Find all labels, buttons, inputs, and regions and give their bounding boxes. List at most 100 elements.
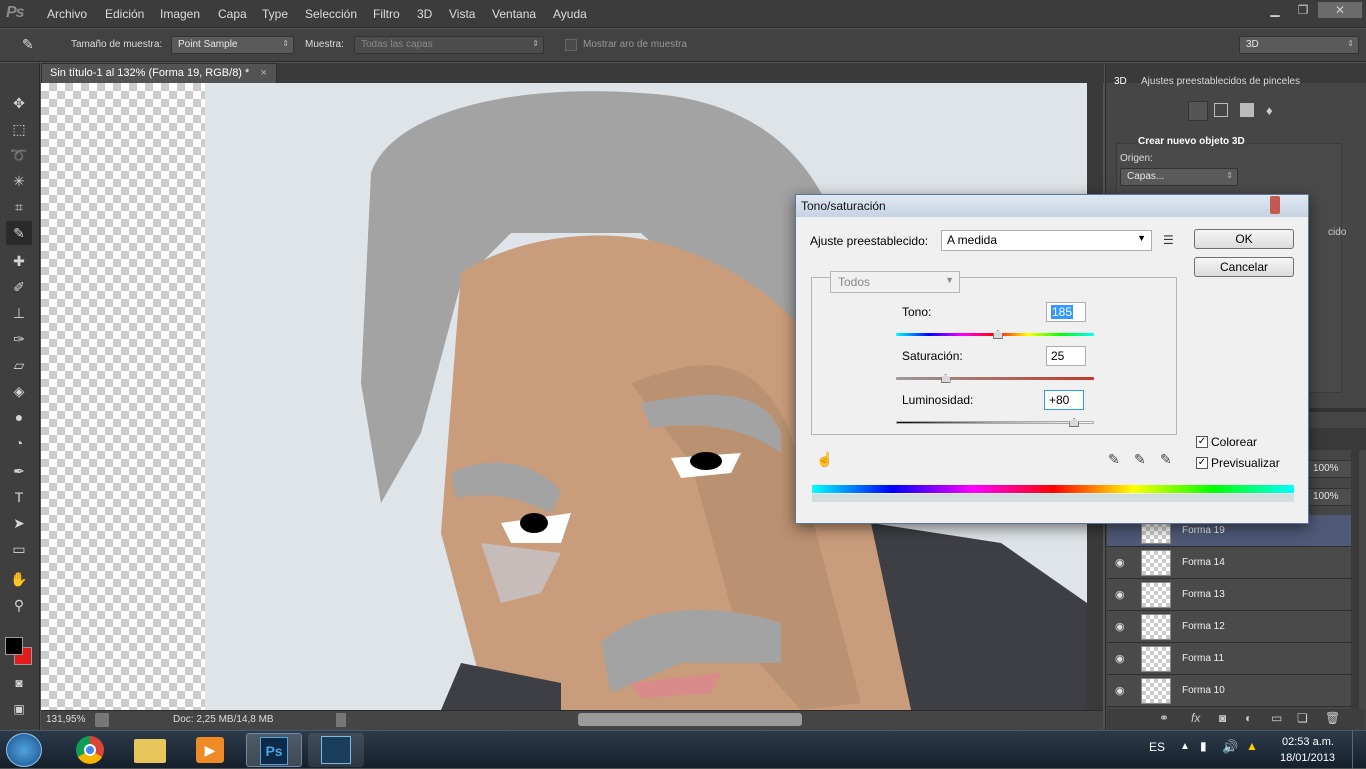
preset-select[interactable]: A medida ▼ [941, 230, 1152, 251]
menu-edicion[interactable]: Edición [105, 7, 144, 21]
document-tab[interactable]: Sin título-1 al 132% (Forma 19, RGB/8) *… [41, 63, 277, 83]
scene-icon[interactable] [1188, 101, 1208, 121]
new-layer-icon[interactable]: ❏ [1297, 711, 1308, 725]
photoshop-taskbar-button[interactable]: Ps [246, 733, 302, 767]
close-tab-icon[interactable]: × [260, 67, 266, 79]
horizontal-scrollbar-thumb[interactable] [578, 713, 802, 726]
cancel-button[interactable]: Cancelar [1194, 257, 1294, 277]
eyedropper-icon[interactable]: ✎ [22, 36, 34, 53]
lightness-input[interactable]: +80 [1044, 390, 1084, 410]
start-button[interactable] [6, 733, 42, 767]
eyedropper-plus-icon[interactable]: ✎ [1134, 451, 1146, 468]
adjustment-icon[interactable]: ◐ [1245, 711, 1252, 725]
workspace-select[interactable]: 3D ⇕ [1239, 36, 1359, 54]
restore-button[interactable]: ❐ [1290, 2, 1316, 18]
light-bulb-icon[interactable]: ♦ [1266, 103, 1273, 118]
screen-mode-icon[interactable]: ▣ [6, 697, 32, 721]
sample-select[interactable]: Todas las capas ⇕ [354, 36, 544, 54]
marquee-tool-icon[interactable]: ⬚ [6, 117, 32, 141]
lightness-slider-track[interactable] [896, 421, 1094, 424]
link-icon[interactable]: ⚭ [1159, 711, 1169, 725]
dialog-close-button[interactable] [1270, 196, 1280, 214]
fill-field[interactable]: 100% [1306, 488, 1354, 506]
menu-capa[interactable]: Capa [218, 7, 247, 21]
magic-wand-tool-icon[interactable]: ✳ [6, 169, 32, 193]
brush-tool-icon[interactable]: ✐ [6, 275, 32, 299]
stamp-tool-icon[interactable]: ⊥ [6, 301, 32, 325]
eye-icon[interactable]: ◉ [1115, 556, 1125, 569]
type-tool-icon[interactable]: T [6, 485, 32, 509]
eye-icon[interactable]: ◉ [1115, 652, 1125, 665]
drive-icon[interactable]: ▲ [1246, 739, 1258, 753]
opacity-field[interactable]: 100% [1306, 460, 1354, 478]
blur-tool-icon[interactable]: ● [6, 405, 32, 429]
hue-input[interactable]: 185 [1046, 302, 1086, 322]
colorize-checkbox[interactable]: ✓ [1196, 436, 1208, 448]
clock-time[interactable]: 02:53 a.m. [1282, 736, 1334, 748]
foreground-color-swatch[interactable] [5, 637, 23, 655]
move-tool-icon[interactable]: ✥ [6, 91, 32, 115]
volume-icon[interactable]: 🔊 [1222, 739, 1238, 755]
pen-tool-icon[interactable]: ✒ [6, 459, 32, 483]
eye-icon[interactable]: ◉ [1115, 620, 1125, 633]
eye-icon[interactable]: ◉ [1115, 684, 1125, 697]
dialog-titlebar[interactable]: Tono/saturación [796, 195, 1308, 217]
history-brush-tool-icon[interactable]: ✑ [6, 327, 32, 351]
eyedropper-tool-icon[interactable]: ✎ [6, 221, 32, 245]
ok-button[interactable]: OK [1194, 229, 1294, 249]
language-indicator[interactable]: ES [1149, 740, 1165, 754]
folder-icon[interactable]: ▭ [1271, 711, 1282, 725]
tab-3d[interactable]: 3D [1114, 76, 1127, 87]
close-window-button[interactable]: ✕ [1318, 2, 1362, 18]
healing-brush-tool-icon[interactable]: ✚ [6, 249, 32, 273]
network-icon[interactable]: ▮ [1200, 739, 1207, 753]
eyedropper-icon[interactable]: ✎ [1108, 451, 1120, 468]
menu-vista[interactable]: Vista [449, 7, 475, 21]
fx-icon[interactable]: fx [1191, 711, 1200, 725]
status-menu-icon[interactable] [95, 713, 109, 727]
show-hidden-icons-icon[interactable]: ▲ [1180, 741, 1190, 752]
menu-filtro[interactable]: Filtro [373, 7, 400, 21]
quick-mask-icon[interactable]: ◙ [6, 671, 32, 695]
zoom-level[interactable]: 131,95% [46, 714, 85, 725]
media-player-taskbar-button[interactable]: ▶ [182, 733, 238, 767]
lasso-tool-icon[interactable]: ➰ [6, 143, 32, 167]
layer-row[interactable]: ◉ Forma 10 [1107, 675, 1351, 707]
mask-icon[interactable]: ◙ [1219, 711, 1226, 725]
paint-bucket-tool-icon[interactable]: ◈ [6, 379, 32, 403]
channel-select[interactable]: Todos ▼ [830, 271, 960, 293]
layer-row[interactable]: ◉ Forma 11 [1107, 643, 1351, 675]
saturation-input[interactable]: 25 [1046, 346, 1086, 366]
preset-options-icon[interactable]: ☰ [1163, 233, 1174, 247]
rectangle-tool-icon[interactable]: ▭ [6, 537, 32, 561]
show-ring-checkbox[interactable] [565, 39, 577, 51]
menu-imagen[interactable]: Imagen [160, 7, 200, 21]
targeted-adjustment-icon[interactable]: ☝ [816, 451, 833, 468]
hand-tool-icon[interactable]: ✋ [6, 567, 32, 591]
clock-date[interactable]: 18/01/2013 [1280, 752, 1335, 764]
show-desktop-button[interactable] [1352, 731, 1366, 769]
zoom-tool-icon[interactable]: ⚲ [6, 593, 32, 617]
crop-tool-icon[interactable]: ⌗ [6, 195, 32, 219]
menu-archivo[interactable]: Archivo [47, 7, 87, 21]
dodge-tool-icon[interactable]: ◔ [6, 431, 32, 455]
sample-size-select[interactable]: Point Sample ⇕ [171, 36, 294, 54]
menu-ayuda[interactable]: Ayuda [553, 7, 587, 21]
menu-seleccion[interactable]: Selección [305, 7, 357, 21]
layers-scrollbar[interactable] [1351, 433, 1359, 713]
tab-brush-presets[interactable]: Ajustes preestablecidos de pinceles [1141, 76, 1300, 87]
origin-select[interactable]: Capas... ⇕ [1120, 168, 1238, 186]
eye-icon[interactable]: ◉ [1115, 588, 1125, 601]
material-icon[interactable] [1240, 103, 1254, 117]
menu-type[interactable]: Type [262, 7, 288, 21]
mesh-icon[interactable] [1214, 103, 1228, 117]
status-arrow-icon[interactable] [336, 713, 346, 727]
app-taskbar-button[interactable] [308, 733, 364, 767]
explorer-taskbar-button[interactable] [122, 733, 178, 767]
trash-icon[interactable]: 🗑 [1325, 711, 1340, 725]
layer-row[interactable]: ◉ Forma 14 [1107, 547, 1351, 579]
menu-3d[interactable]: 3D [417, 7, 432, 21]
eyedropper-minus-icon[interactable]: ✎ [1160, 451, 1172, 468]
path-selection-tool-icon[interactable]: ➤ [6, 511, 32, 535]
minimize-button[interactable]: ▁ [1262, 2, 1288, 18]
